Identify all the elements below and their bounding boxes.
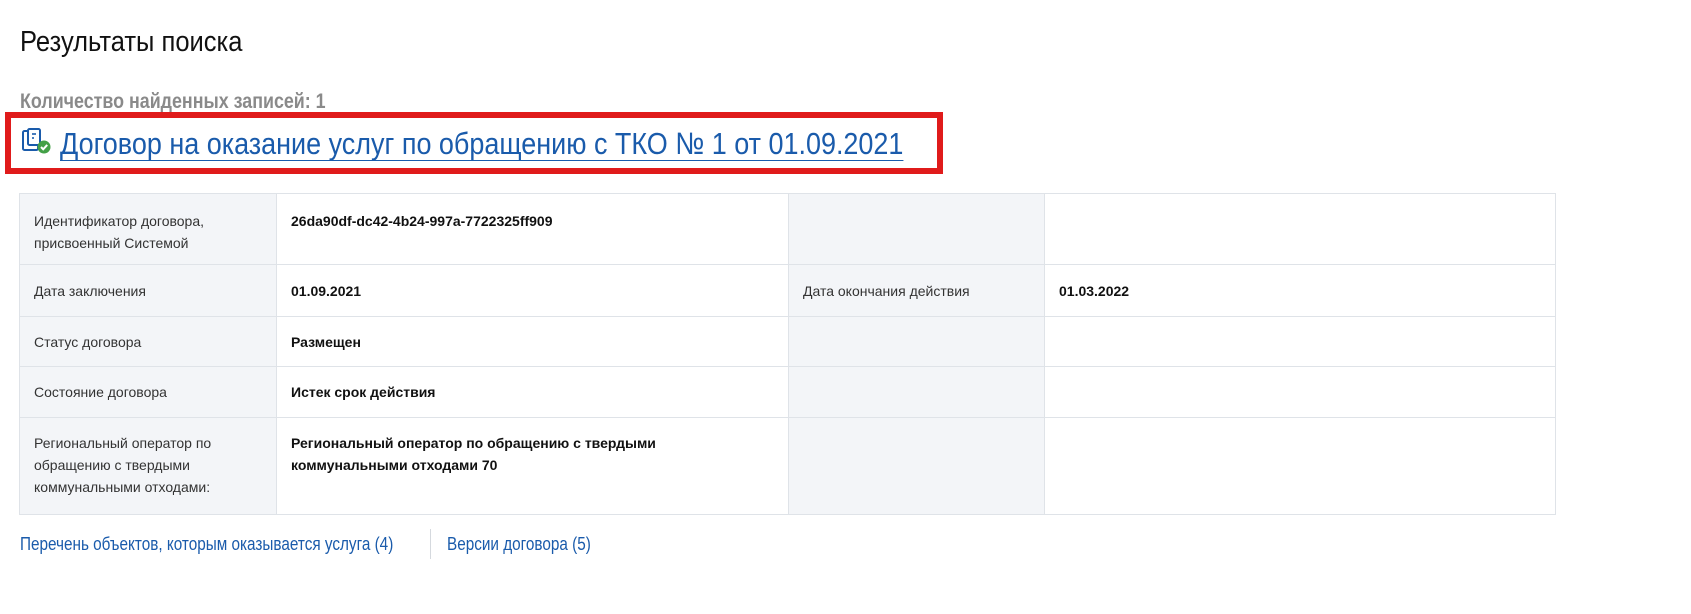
- row-value-2: [1044, 366, 1556, 418]
- results-count: Количество найденных записей: 1: [20, 90, 326, 113]
- row-value: Размещен: [276, 316, 789, 367]
- row-label: Состояние договора: [19, 366, 277, 418]
- table-row: Статус договора Размещен: [19, 316, 1556, 367]
- row-value: Истек срок действия: [276, 366, 789, 418]
- row-label: Статус договора: [19, 316, 277, 367]
- table-row: Идентификатор договора, присвоенный Сист…: [19, 193, 1556, 265]
- table-row: Дата заключения 01.09.2021 Дата окончани…: [19, 264, 1556, 317]
- tab-divider: [430, 529, 431, 559]
- row-value: Региональный оператор по обращению с тве…: [276, 417, 789, 515]
- row-label-2: [788, 417, 1045, 515]
- row-label: Идентификатор договора, присвоенный Сист…: [19, 193, 277, 265]
- row-value: 01.09.2021: [276, 264, 789, 317]
- row-label: Дата заключения: [19, 264, 277, 317]
- row-label-2: Дата окончания действия: [788, 264, 1045, 317]
- contract-title-link[interactable]: Договор на оказание услуг по обращению с…: [60, 126, 903, 162]
- page-title: Результаты поиска: [20, 26, 243, 58]
- row-value-2: [1044, 316, 1556, 367]
- row-value-2: [1044, 193, 1556, 265]
- table-row: Состояние договора Истек срок действия: [19, 366, 1556, 418]
- document-check-icon: [22, 128, 51, 154]
- table-row: Региональный оператор по обращению с тве…: [19, 417, 1556, 515]
- row-label-2: [788, 316, 1045, 367]
- row-label-2: [788, 193, 1045, 265]
- row-value: 26da90df-dc42-4b24-997a-7722325ff909: [276, 193, 789, 265]
- contract-tabs: Перечень объектов, которым оказывается у…: [20, 529, 616, 559]
- row-label: Региональный оператор по обращению с тве…: [19, 417, 277, 515]
- row-value-2: [1044, 417, 1556, 515]
- row-value-2: 01.03.2022: [1044, 264, 1556, 317]
- tab-contract-versions[interactable]: Версии договора (5): [447, 534, 591, 555]
- tab-service-objects[interactable]: Перечень объектов, которым оказывается у…: [20, 534, 393, 555]
- row-label-2: [788, 366, 1045, 418]
- contract-details-table: Идентификатор договора, присвоенный Сист…: [19, 193, 1556, 515]
